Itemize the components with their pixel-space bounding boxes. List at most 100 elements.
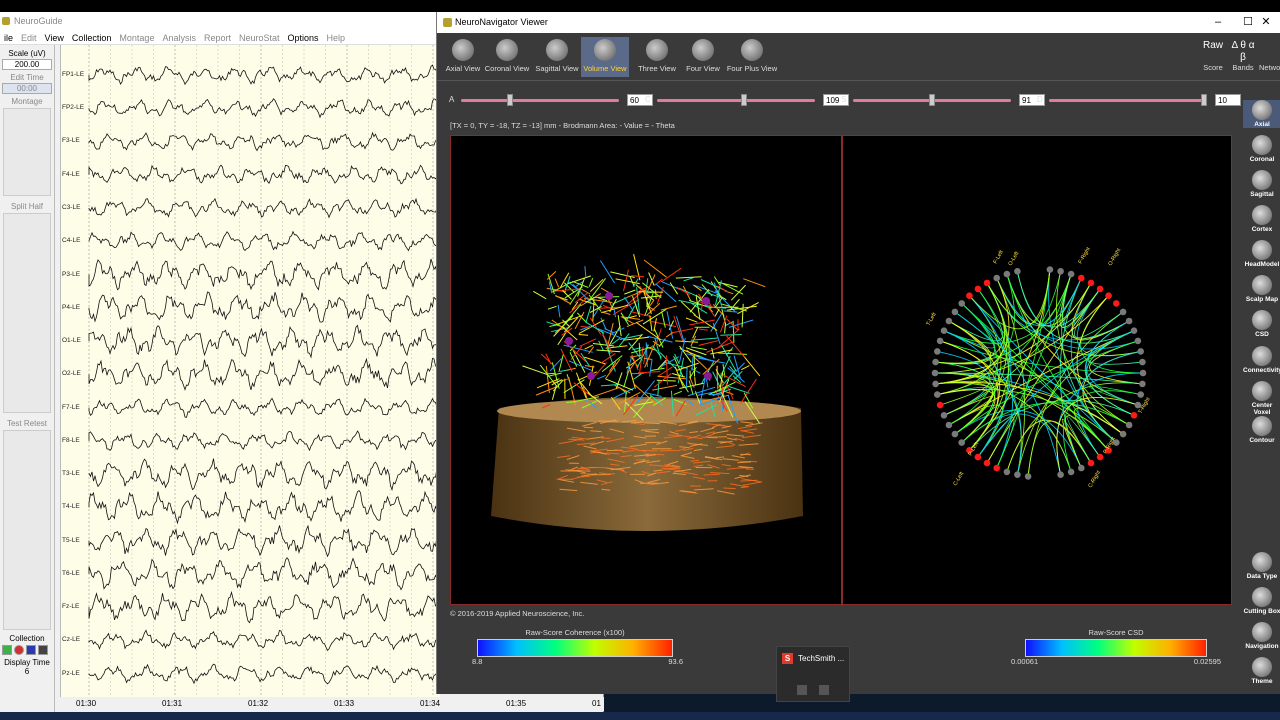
toolbar-four-view[interactable]: Four View xyxy=(683,37,723,77)
toolbar-four-plus-view[interactable]: Four Plus View xyxy=(723,37,781,77)
side-tool-axial[interactable]: Axial xyxy=(1243,100,1280,128)
fiber-tract xyxy=(645,441,661,444)
close-button[interactable]: ✕ xyxy=(1251,12,1280,33)
menu-ile[interactable]: ile xyxy=(0,31,17,44)
eeg-trace xyxy=(88,64,441,86)
time-tick: 01:32 xyxy=(248,699,269,708)
side-tool-headmodel[interactable]: HeadModel xyxy=(1243,240,1280,268)
toolbar-score[interactable]: Raw Score xyxy=(1199,37,1227,77)
channel-node xyxy=(1130,327,1138,334)
slider-track[interactable] xyxy=(1049,99,1207,102)
slider-handle[interactable] xyxy=(929,94,935,106)
play-icon[interactable] xyxy=(2,645,12,655)
side-tool-contour[interactable]: Contour xyxy=(1243,416,1280,444)
slider-handle[interactable] xyxy=(506,94,513,106)
toolbar-bands[interactable]: Δ θ α β Bands xyxy=(1229,37,1257,77)
toolbar-sagittal-view[interactable]: Sagittal View xyxy=(533,37,581,77)
channel-node xyxy=(940,412,948,419)
record-icon[interactable] xyxy=(14,645,24,655)
toolbar-coronal-view[interactable]: Coronal View xyxy=(483,37,531,77)
stop-icon[interactable] xyxy=(38,645,48,655)
fiber-tract xyxy=(723,487,736,490)
display-time-value[interactable]: 6 xyxy=(0,667,54,676)
eeg-trace xyxy=(88,324,441,359)
menu-montage[interactable]: Montage xyxy=(115,31,158,44)
montage-label: Montage xyxy=(11,97,43,106)
side-tool-theme[interactable]: Theme xyxy=(1243,657,1280,685)
center-voxel-icon xyxy=(1252,381,1272,401)
toolbar-axial-view[interactable]: Axial View xyxy=(443,37,483,77)
channel-label: F4-LE xyxy=(62,170,80,178)
menu-view[interactable]: View xyxy=(41,31,68,44)
fiber-tract xyxy=(598,340,604,351)
fiber-tract xyxy=(568,275,592,284)
menu-edit[interactable]: Edit xyxy=(17,31,41,44)
side-tool-center-voxel[interactable]: Center Voxel xyxy=(1243,381,1280,416)
side-tool-connectivity[interactable]: Connectivity xyxy=(1243,346,1280,374)
toolbar-network[interactable]: Network xyxy=(1259,37,1280,77)
coronal-view-icon xyxy=(496,39,518,61)
render-viewport[interactable]: F-Left F-Right T-Left T-Right C-Left C-Right P… xyxy=(450,135,1232,606)
menu-report[interactable]: Report xyxy=(200,31,235,44)
slider-handle[interactable] xyxy=(740,94,747,106)
fiber-tract xyxy=(673,315,684,342)
side-tool-data-type[interactable]: Data Type xyxy=(1243,552,1280,580)
fiber-tract xyxy=(741,303,744,328)
menu-analysis[interactable]: Analysis xyxy=(158,31,200,44)
slider-handle[interactable] xyxy=(1201,94,1207,106)
toolbar-volume-view[interactable]: Volume View xyxy=(581,37,629,77)
channel-node xyxy=(1024,473,1032,480)
side-tool-label: Scalp Map xyxy=(1245,296,1279,303)
channel-node xyxy=(1003,468,1011,476)
split-half-panel[interactable] xyxy=(3,213,51,413)
channel-label: F3-LE xyxy=(62,137,80,145)
pause-icon[interactable] xyxy=(26,645,36,655)
fiber-tract xyxy=(722,283,744,295)
fiber-tract xyxy=(676,286,690,296)
scale-input[interactable]: 200.00 xyxy=(2,59,52,70)
minimize-button[interactable]: – xyxy=(1203,12,1233,33)
view-toolbar: Axial View Coronal View Sagittal View Volum… xyxy=(437,33,1280,81)
side-tool-sagittal[interactable]: Sagittal xyxy=(1243,170,1280,198)
fiber-tract xyxy=(580,288,591,295)
menu-neurostat[interactable]: NeuroStat xyxy=(235,31,284,44)
menu-help[interactable]: Help xyxy=(323,31,350,44)
slider-track[interactable] xyxy=(657,99,815,102)
test-retest-panel[interactable] xyxy=(3,430,51,630)
channel-node xyxy=(945,317,953,325)
channel-node xyxy=(1014,268,1021,275)
electrode-node xyxy=(605,292,613,300)
fiber-tract xyxy=(591,387,620,398)
side-tool-label: Data Type xyxy=(1246,573,1278,580)
channel-node xyxy=(1067,468,1075,476)
channel-node xyxy=(932,380,939,388)
channel-node xyxy=(1119,430,1127,438)
channel-label: P3-LE xyxy=(62,270,81,278)
menu-collection[interactable]: Collection xyxy=(68,31,116,44)
side-tool-scalp-map[interactable]: Scalp Map xyxy=(1243,275,1280,303)
side-tool-cortex[interactable]: Cortex xyxy=(1243,205,1280,233)
techsmith-logo-icon: S xyxy=(782,653,793,664)
menu-options[interactable]: Options xyxy=(284,31,323,44)
stop-thumb-icon[interactable] xyxy=(819,685,829,695)
edit-time-input[interactable]: 00:00 xyxy=(2,83,52,94)
side-tool-label: Cortex xyxy=(1251,226,1273,233)
side-tool-navigation[interactable]: Navigation xyxy=(1243,622,1280,650)
side-tool-cutting-box[interactable]: Cutting Box xyxy=(1243,587,1280,615)
side-toolbar: Axial Coronal Sagittal Cortex HeadModel Scalp… xyxy=(1243,90,1280,694)
montage-panel[interactable] xyxy=(3,108,51,196)
side-tool-coronal[interactable]: Coronal xyxy=(1243,135,1280,163)
slider-track[interactable] xyxy=(461,99,619,102)
coordinate-readout: [TX = 0, TY = -18, TZ = -13] mm - Brodma… xyxy=(450,121,675,130)
eeg-trace-area[interactable] xyxy=(60,45,441,697)
toolbar-three-view[interactable]: Three View xyxy=(637,37,677,77)
fiber-tract xyxy=(730,284,746,301)
pause-thumb-icon[interactable] xyxy=(797,685,807,695)
channel-node xyxy=(936,337,944,345)
top-strip xyxy=(0,0,1280,12)
coherence-max: 93.6 xyxy=(668,657,683,666)
slider-spinbox[interactable]: 10 xyxy=(1215,94,1241,106)
side-tool-csd[interactable]: CSD xyxy=(1243,310,1280,338)
connection-line xyxy=(961,413,1072,473)
techsmith-taskbar-popup[interactable]: S TechSmith ... xyxy=(776,646,850,702)
